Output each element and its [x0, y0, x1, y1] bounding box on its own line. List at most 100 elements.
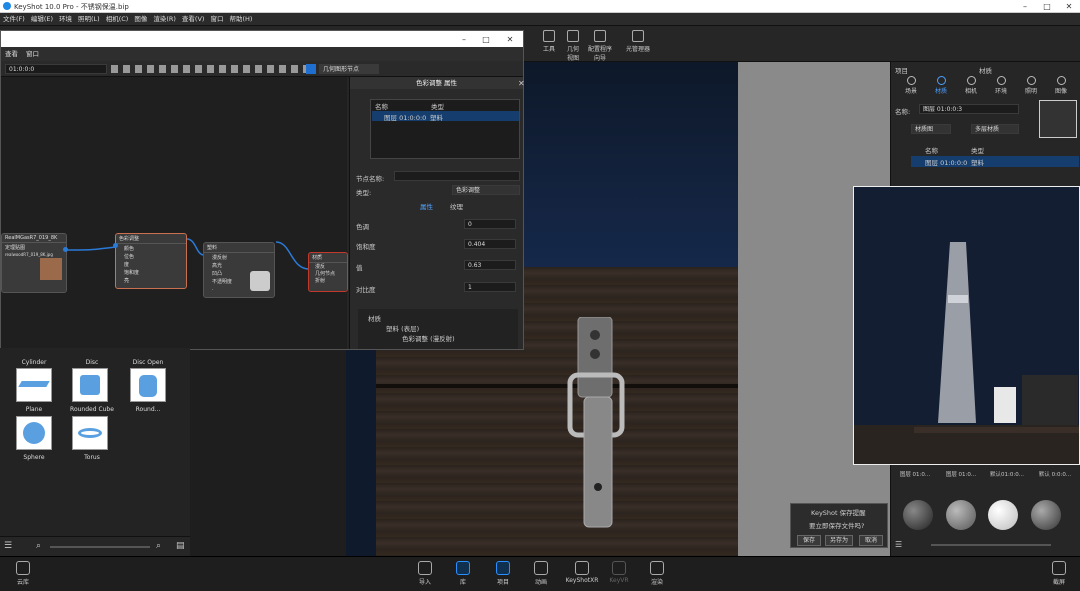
library-item-sphere[interactable]	[16, 416, 52, 450]
node-graph-canvas[interactable]: RealMGasR7_019_8K 定理贴图 realwoodR7_019_8K…	[1, 77, 348, 349]
library-item-torus[interactable]	[72, 416, 108, 450]
graph-tool-icons[interactable]	[111, 65, 311, 73]
list-row[interactable]: 图层 01:0:0:0 塑料	[372, 111, 519, 122]
dialog-cancel-button[interactable]: 取消	[859, 535, 883, 546]
menu-file[interactable]: 文件(F)	[0, 13, 28, 26]
dialog-save-as-button[interactable]: 另存为	[825, 535, 853, 546]
minimize-icon[interactable]: –	[1014, 0, 1036, 13]
list-view-icon[interactable]: ☰	[4, 541, 12, 551]
library-button[interactable]: 库	[448, 561, 478, 586]
properties-close-icon[interactable]: ✕	[518, 79, 525, 88]
light-manager-button[interactable]: 光管理器	[624, 30, 652, 53]
param-value-value[interactable]: 0.63	[464, 260, 516, 270]
graph-material-field[interactable]: 01:0:0:0	[5, 64, 107, 74]
thumbnail-size-slider[interactable]	[50, 546, 150, 548]
tab-properties[interactable]: 属性	[420, 201, 433, 211]
graph-maximize-icon[interactable]: □	[475, 33, 497, 46]
close-icon[interactable]: ✕	[1058, 0, 1080, 13]
geometry-view-icon	[567, 30, 579, 42]
texture-node[interactable]: RealMGasR7_019_8K 定理贴图 realwoodR7_019_8K…	[1, 233, 67, 293]
keyvr-button[interactable]: KeyVR	[604, 561, 634, 584]
viewport-box-seam	[376, 384, 738, 388]
zoom-out-icon[interactable]: ⌕	[36, 541, 41, 551]
swatch-2[interactable]	[946, 500, 976, 530]
tab-texture[interactable]: 纹理	[450, 201, 463, 211]
material-graph-titlebar: – □ ✕	[1, 31, 523, 47]
menu-window[interactable]: 窗口	[207, 13, 226, 26]
tab-camera[interactable]: 相机	[956, 76, 986, 95]
tools-icon	[543, 30, 555, 42]
swatch-1[interactable]	[903, 500, 933, 530]
texture-output-port[interactable]	[63, 247, 68, 252]
geometry-view-button[interactable]: 几何 视图	[559, 30, 587, 62]
tab-lighting[interactable]: 照明	[1016, 76, 1046, 95]
menu-camera[interactable]: 相机(C)	[103, 13, 132, 26]
cloud-library-icon	[16, 561, 30, 575]
library-label-disc-open: Disc Open	[132, 359, 164, 366]
configurator-button[interactable]: 配置程序 向导	[586, 30, 614, 62]
rp-material-row[interactable]: 图层 01:0:0:0 塑料	[911, 156, 1079, 167]
menu-environment[interactable]: 环境	[56, 13, 75, 26]
animation-icon	[534, 561, 548, 575]
color-adjust-node[interactable]: 色彩调整 颜色 位色 度 饱和度 亮	[115, 233, 187, 289]
swatch-3[interactable]	[988, 500, 1018, 530]
import-button[interactable]: 导入	[410, 561, 440, 586]
keyshotxr-button[interactable]: KeyShotXR	[564, 561, 600, 584]
library-item-rounded-cylinder[interactable]	[130, 368, 166, 402]
dialog-title: KeyShot 保存提醒	[811, 509, 866, 517]
material-output-node[interactable]: 材质 漫反 几何节点 折射	[308, 252, 348, 292]
maximize-icon[interactable]: □	[1036, 0, 1058, 13]
animation-button[interactable]: 动画	[526, 561, 556, 586]
project-title: 项目	[895, 67, 908, 75]
library-item-plane[interactable]	[16, 368, 52, 402]
param-saturation-value[interactable]: 0.404	[464, 239, 516, 249]
tab-scene[interactable]: 场景	[896, 76, 926, 95]
plastic-preview-thumb	[250, 271, 270, 291]
menu-bar: 文件(F) 编辑(E) 环境 照明(L) 相机(C) 图像 渲染(R) 查看(V) 窗口 帮助(H…	[0, 13, 1080, 26]
menu-view[interactable]: 查看(V)	[179, 13, 208, 26]
rp-list-icon[interactable]: ☰	[895, 540, 902, 549]
project-button[interactable]: 项目	[488, 561, 518, 586]
cloud-library-button[interactable]: 云库	[8, 561, 38, 586]
title-bar: KeyShot 10.0 Pro - 不锈钢保温.bip – □ ✕	[0, 0, 1080, 13]
param-contrast-value[interactable]: 1	[464, 282, 516, 292]
type-dropdown[interactable]: 色彩调整	[452, 185, 520, 195]
menu-image[interactable]: 图像	[131, 13, 150, 26]
add-node-icon[interactable]	[306, 64, 316, 74]
tab-material[interactable]: 材质	[926, 76, 956, 95]
material-list: 名称 类型 图层 01:0:0:0 塑料	[370, 99, 520, 159]
node-name-field[interactable]	[394, 171, 520, 181]
swatch-label-3: 默认01:0:0...	[990, 472, 1024, 478]
plastic-node[interactable]: 塑料 漫反射 高光 凹凸 不透明度 ·	[203, 242, 275, 298]
swatch-label-4: 默认 0:0:0...	[1038, 472, 1072, 478]
swatch-label-1: 图层 01:0...	[899, 472, 931, 478]
graph-menu-window[interactable]: 窗口	[22, 47, 43, 61]
menu-edit[interactable]: 编辑(E)	[28, 13, 56, 26]
menu-help[interactable]: 帮助(H)	[226, 13, 255, 26]
zoom-in-icon[interactable]: ⌕	[156, 541, 161, 551]
param-contrast-label: 对比度	[356, 286, 376, 294]
param-hue-value[interactable]: 0	[464, 219, 516, 229]
material-graph-button[interactable]: 材质图	[911, 124, 951, 134]
menu-render[interactable]: 渲染(R)	[150, 13, 179, 26]
render-button[interactable]: 渲染	[642, 561, 672, 586]
rp-name-field[interactable]: 图层 01:0:0:3	[919, 104, 1019, 114]
screenshot-button[interactable]: 截屏	[1044, 561, 1074, 586]
graph-menu-view[interactable]: 查看	[1, 47, 22, 61]
folder-icon[interactable]: ▤	[176, 541, 185, 551]
rp-thumbnail-slider[interactable]	[931, 544, 1051, 546]
menu-lighting[interactable]: 照明(L)	[75, 13, 103, 26]
library-item-rounded-cube[interactable]	[72, 368, 108, 402]
tab-environment[interactable]: 环境	[986, 76, 1016, 95]
geometry-node-button[interactable]: 几何图形节点	[319, 64, 379, 74]
library-icon	[456, 561, 470, 575]
graph-close-icon[interactable]: ✕	[499, 33, 521, 46]
environment-icon	[996, 76, 1006, 85]
color-adjust-input-port[interactable]	[113, 243, 118, 248]
graph-minimize-icon[interactable]: –	[453, 33, 475, 46]
node-name-label: 节点名称:	[356, 175, 385, 183]
swatch-4[interactable]	[1031, 500, 1061, 530]
dialog-save-button[interactable]: 保存	[797, 535, 821, 546]
tab-image[interactable]: 图像	[1046, 76, 1076, 95]
multi-material-button[interactable]: 多层材质	[971, 124, 1019, 134]
